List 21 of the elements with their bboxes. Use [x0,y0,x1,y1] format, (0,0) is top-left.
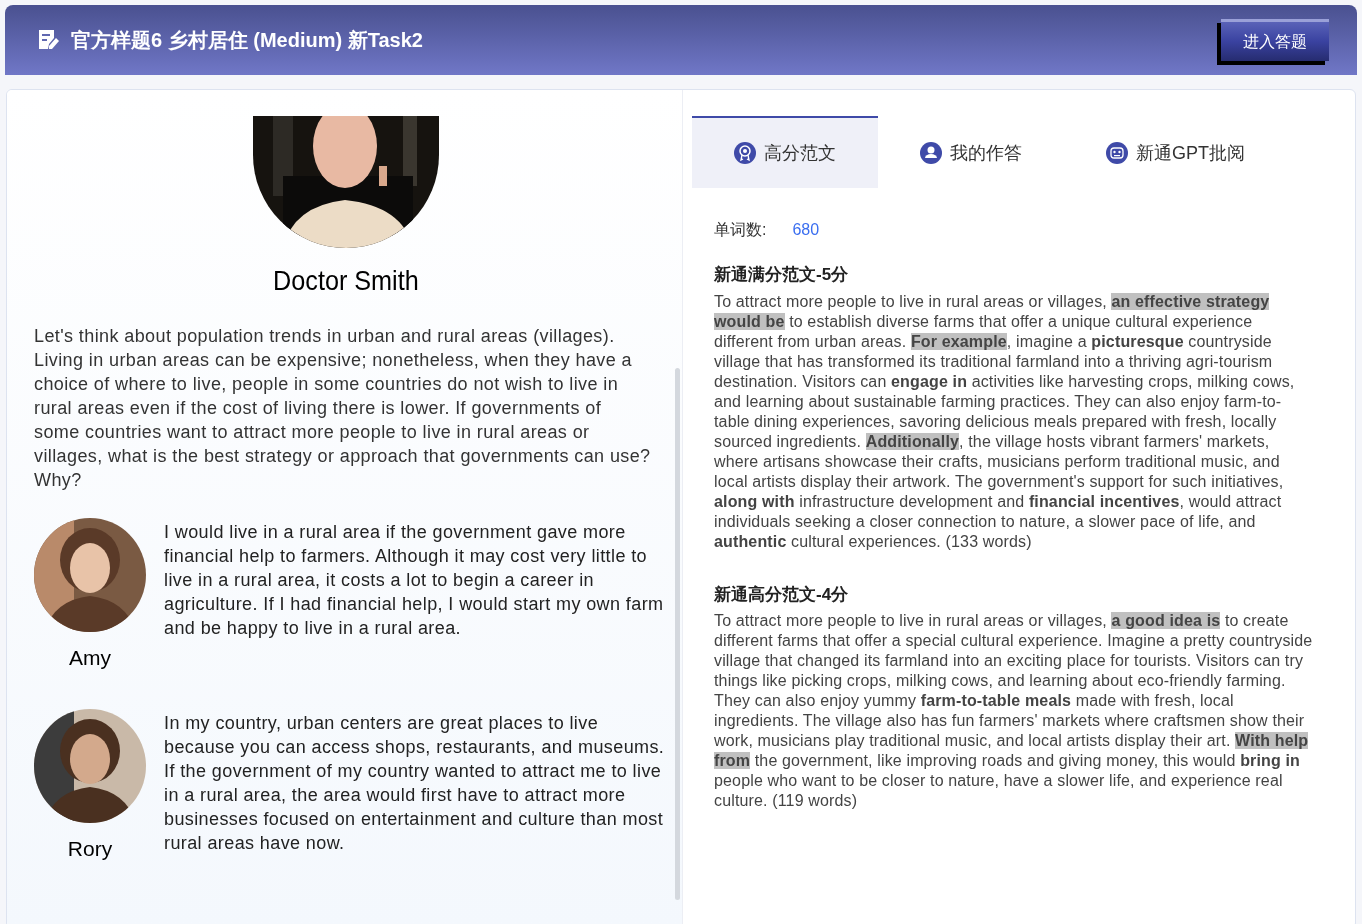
essay-title: 新通高分范文-4分 [714,583,850,606]
response-text: In my country, urban centers are great places to live because you can access shops, restaurants, and museums. If the government of my country wanted to attract me to live in a rural area, the area would first have to attract more businesses focused on entertainment and culture than most rural areas have now. [164,711,666,855]
tab[interactable]: 高分范文 [692,116,878,188]
edit-note-icon [37,28,61,52]
prompt-text: Let's think about population trends in urban and rural areas (villages). Living in urban areas can be expensive; nonetheless, when they have a choice of where to live, people in some countries do not wish to live in rural areas even if the cost of living there is lower. If governments of some countries want to attract more people to live in rural areas or villages, what is the best strategy or approach that governments can use? Why? [34,325,652,492]
word-count-label: 单词数: [714,220,767,240]
tab[interactable]: 我的作答 [878,116,1064,188]
essay-text: To attract more people to live in rural areas or villages, an effective strategy would be to establish diverse farms that offer a unique cultural experience different from urban areas. For example, imagine a picturesque countryside village that has transformed its traditional farmland into a thriving agri-tourism destination. Visitors can engage in activities like harvesting crops, milking cows, and learning about sustainable farming practices. They can also enjoy farm-to-table dining experiences, savoring delicious meals prepared with fresh, locally sourced ingredients. Additionally, the village hosts vibrant farmers' markets, where artisans showcase their crafts, musicians perform traditional music, and local artists display their artwork. The government's support for such initiatives, along with infrastructure development and financial incentives, would attract individuals seeking a closer connection to nature, a slower pace of life, and authentic cultural experiences. (133 words) [714,291,1296,552]
response-text: I would live in a rural area if the government gave more financial help to farmers. Although it may cost very little to live in a rural area, it costs a lot to begin a career in agriculture. If I had financial help, I would start my own farm and be happy to live in a rural area. [164,521,665,640]
robot-icon [1106,142,1128,164]
essay-title: 新通满分范文-5分 [714,264,850,286]
page-title: 官方样题6 乡村居住 (Medium) 新Task2 [71,28,423,53]
student-name: Amy [69,645,111,671]
student-name: Rory [67,835,113,862]
word-count-value: 680 [792,220,820,240]
person-icon [920,142,942,164]
essay-text: To attract more people to live in rural areas or villages, a good idea is to create different farms that offer a special cultural experience. Imagine a pretty countryside village that changed its farmland into an exciting place for tourists. Visitors can try things like picking crops, milking cows, and learning about eco-friendly farming. They can also enjoy yummy farm-to-table meals made with fresh, local ingredients. The village also has fun farmers' markets where craftsmen show their work, musicians play traditional music, and local artists display their art. With help from the government, like improving roads and giving money, this would bring in people who want to be closer to nature, have a slower life, and experience real culture. (119 words) [714,611,1314,811]
scrollbar[interactable] [675,368,680,900]
speaker-name: Doctor Smith [273,264,419,298]
medal-icon [734,142,756,164]
tab[interactable]: 新通GPT批阅 [1064,116,1287,188]
